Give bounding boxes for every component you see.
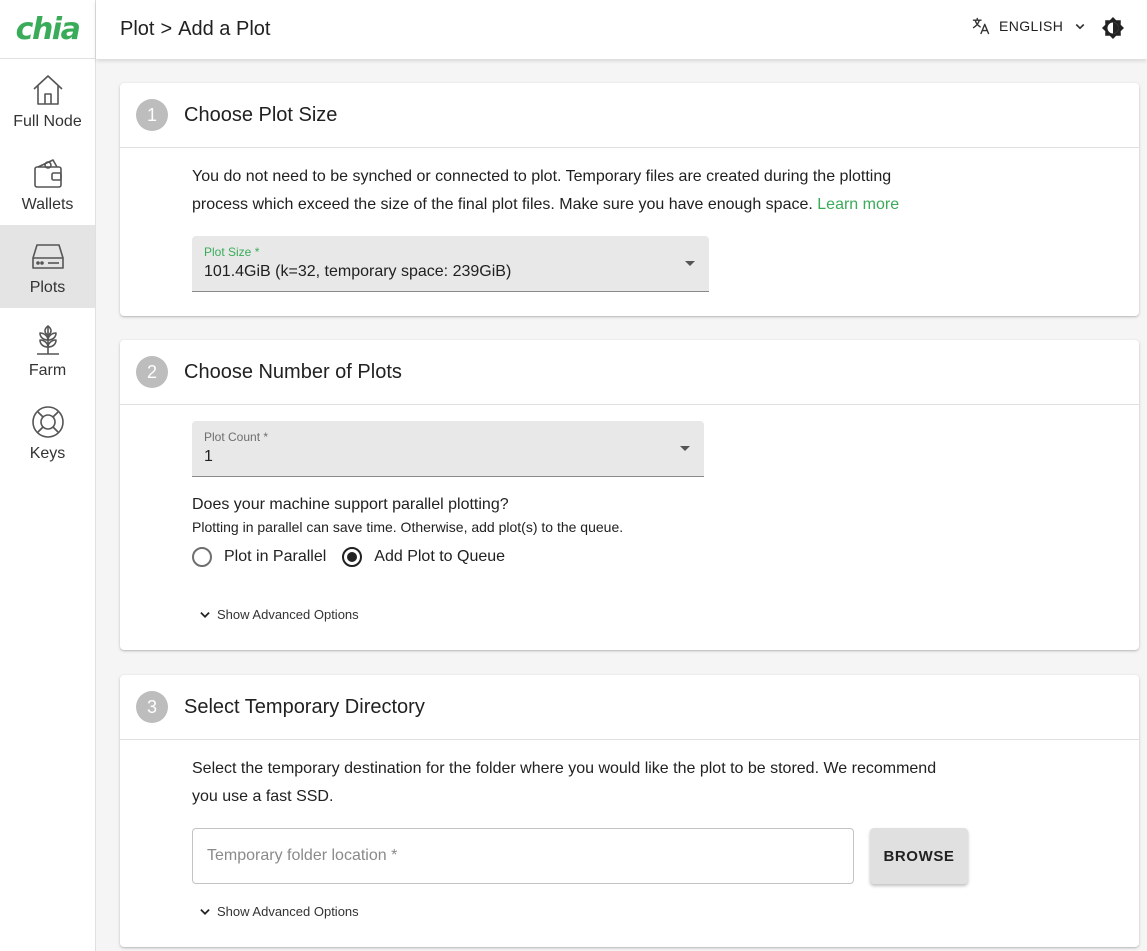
language-selector[interactable]: ENGLISH [971, 16, 1089, 36]
step-number: 2 [136, 356, 168, 388]
breadcrumb-plot[interactable]: Plot [120, 18, 154, 41]
step-3-header: 3 Select Temporary Directory [120, 675, 1139, 740]
step-3-description: Select the temporary destination for the… [192, 755, 936, 811]
parallel-hint: Plotting in parallel can save time. Othe… [192, 519, 624, 535]
sidebar-item-full-node[interactable]: Full Node [0, 59, 95, 142]
sprout-icon [36, 324, 59, 355]
sidebar-item-label: Full Node [13, 112, 82, 130]
step-title: Select Temporary Directory [184, 695, 425, 718]
plot-size-select[interactable]: Plot Size * 101.4GiB (k=32, temporary sp… [192, 236, 709, 292]
sidebar-item-wallets[interactable]: Wallets [0, 142, 95, 225]
description-line: Select the temporary destination for the… [192, 760, 937, 777]
description-line: you use a fast SSD. [192, 788, 334, 805]
step-3-card: 3 Select Temporary Directory Select the … [120, 675, 1139, 947]
radio-off-icon [192, 547, 212, 567]
sidebar-item-plots[interactable]: Plots [0, 225, 95, 308]
lifebuoy-icon [31, 405, 64, 438]
parallel-radio-group: Plot in Parallel Add Plot to Queue [192, 547, 521, 567]
radio-label: Add Plot to Queue [374, 548, 506, 565]
main-content: 1 Choose Plot Size You do not need to be… [96, 59, 1147, 951]
step-2-card: 2 Choose Number of Plots Plot Count * 1 … [120, 340, 1139, 650]
sidebar: chia Full Node Wallets Plots Farm Keys [0, 0, 96, 951]
add-plot-to-queue-radio[interactable]: Add Plot to Queue [342, 547, 505, 567]
description-line: process which exceed the size of the fin… [192, 191, 899, 219]
radio-label: Plot in Parallel [224, 548, 327, 565]
parallel-question: Does your machine support parallel plott… [192, 496, 509, 513]
sidebar-item-farm[interactable]: Farm [0, 308, 95, 391]
plot-count-value: 1 [204, 448, 213, 465]
step-title: Choose Number of Plots [184, 360, 402, 383]
plot-in-parallel-radio[interactable]: Plot in Parallel [192, 547, 326, 567]
step-1-card: 1 Choose Plot Size You do not need to be… [120, 83, 1139, 316]
logo-text: chia [15, 11, 81, 47]
temporary-folder-field [192, 828, 854, 884]
translate-icon [972, 17, 990, 35]
sidebar-item-label: Keys [29, 444, 66, 462]
step-1-header: 1 Choose Plot Size [120, 83, 1139, 148]
step-number: 3 [136, 691, 168, 723]
plot-size-label: Plot Size * [204, 245, 260, 259]
plot-size-value: 101.4GiB (k=32, temporary space: 239GiB) [204, 263, 512, 280]
description-line: You do not need to be synched or connect… [192, 168, 892, 185]
sidebar-item-keys[interactable]: Keys [0, 391, 95, 474]
breadcrumb-add-a-plot: Add a Plot [178, 18, 271, 40]
step-2-header: 2 Choose Number of Plots [120, 340, 1139, 405]
language-label: ENGLISH [999, 18, 1064, 34]
breadcrumb-separator: > [160, 18, 173, 40]
home-icon [32, 74, 63, 105]
description-text: process which exceed the size of the fin… [192, 196, 813, 213]
show-advanced-options-toggle[interactable]: Show Advanced Options [198, 904, 359, 919]
plot-count-select[interactable]: Plot Count * 1 [192, 421, 704, 477]
radio-on-icon [342, 547, 363, 567]
breadcrumb: Plot > Add a Plot [120, 18, 270, 41]
hard-drive-icon [31, 243, 64, 269]
sidebar-item-label: Farm [28, 361, 67, 379]
learn-more-link[interactable]: Learn more [817, 196, 899, 213]
temporary-folder-input[interactable] [193, 829, 853, 883]
wallet-icon [33, 158, 62, 188]
sidebar-item-label: Plots [29, 278, 66, 296]
theme-toggle-button[interactable] [1101, 16, 1125, 40]
dropdown-arrow-icon [685, 261, 695, 266]
chia-logo[interactable]: chia [0, 0, 95, 59]
brightness-icon [1102, 17, 1124, 39]
browse-button[interactable]: BROWSE [870, 828, 968, 884]
plot-count-label: Plot Count * [204, 430, 269, 444]
chevron-down-icon [1075, 23, 1085, 30]
show-advanced-options-toggle[interactable]: Show Advanced Options [198, 607, 359, 622]
step-title: Choose Plot Size [184, 103, 338, 126]
advanced-label: Show Advanced Options [217, 607, 359, 622]
top-bar: Plot > Add a Plot ENGLISH [96, 0, 1147, 59]
chevron-down-icon [200, 611, 210, 618]
step-1-description: You do not need to be synched or connect… [192, 163, 899, 219]
chevron-down-icon [200, 908, 210, 915]
step-number: 1 [136, 99, 168, 131]
dropdown-arrow-icon [680, 446, 690, 451]
advanced-label: Show Advanced Options [217, 904, 359, 919]
sidebar-item-label: Wallets [21, 195, 74, 213]
